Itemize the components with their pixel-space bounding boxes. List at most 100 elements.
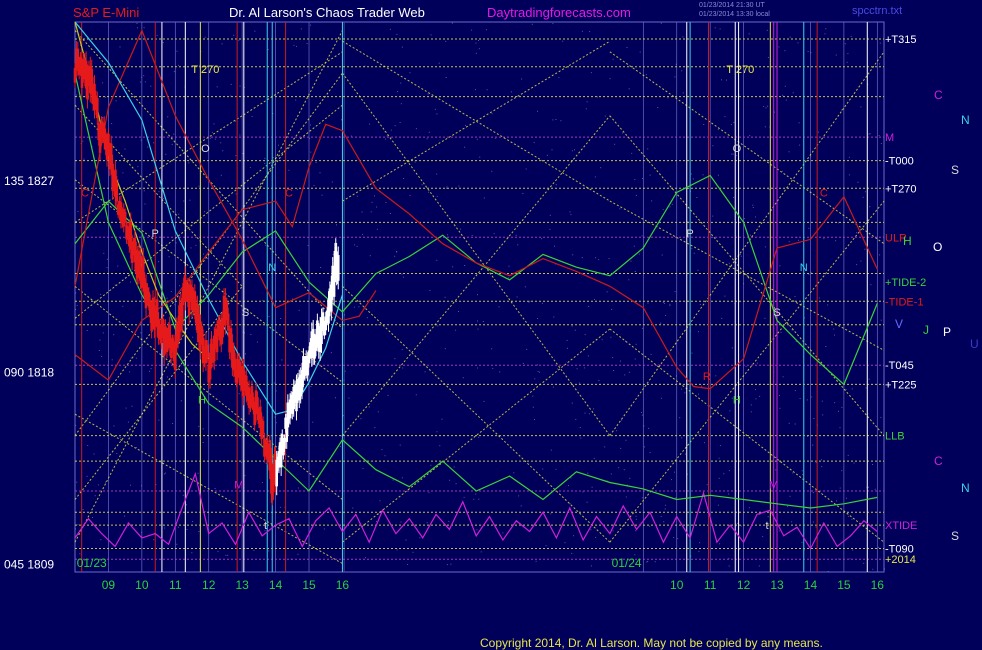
background-dot bbox=[579, 427, 581, 428]
background-dot bbox=[848, 156, 850, 158]
background-dot bbox=[141, 76, 143, 78]
background-dot bbox=[192, 336, 194, 338]
background-dot bbox=[798, 122, 800, 124]
hour-tick-label: 10 bbox=[135, 578, 149, 592]
background-dot bbox=[478, 48, 480, 50]
background-dot bbox=[792, 92, 794, 94]
background-dot bbox=[222, 150, 224, 152]
background-dot bbox=[202, 442, 204, 443]
price-axis-label: 045 1809 bbox=[4, 557, 54, 571]
background-dot bbox=[483, 197, 485, 199]
background-dot bbox=[674, 76, 676, 78]
background-dot bbox=[272, 157, 274, 158]
background-dot bbox=[789, 36, 791, 38]
background-dot bbox=[594, 176, 596, 178]
background-dot bbox=[571, 150, 573, 152]
background-dot bbox=[428, 131, 430, 133]
background-dot bbox=[549, 214, 551, 216]
background-dot bbox=[604, 115, 606, 117]
planet-glyph-label: N bbox=[961, 481, 970, 495]
background-dot bbox=[872, 568, 874, 570]
hour-tick-label: 13 bbox=[235, 578, 249, 592]
background-dot bbox=[635, 194, 637, 196]
background-dot bbox=[139, 81, 141, 83]
background-dot bbox=[158, 419, 160, 421]
background-dot bbox=[849, 558, 851, 560]
background-dot bbox=[799, 144, 801, 146]
background-dot bbox=[743, 283, 745, 285]
background-dot bbox=[367, 381, 369, 383]
background-dot bbox=[446, 186, 448, 188]
background-dot bbox=[312, 421, 314, 423]
background-dot bbox=[719, 445, 721, 447]
background-dot bbox=[699, 304, 701, 306]
background-dot bbox=[153, 142, 155, 144]
background-dot bbox=[405, 539, 407, 541]
background-dot bbox=[213, 123, 215, 125]
background-dot bbox=[569, 211, 571, 213]
background-dot bbox=[492, 367, 494, 369]
hour-tick-label: 16 bbox=[871, 578, 885, 592]
background-dot bbox=[158, 261, 160, 263]
background-dot bbox=[619, 208, 621, 210]
background-dot bbox=[585, 108, 587, 110]
background-dot bbox=[114, 284, 116, 286]
background-dot bbox=[221, 43, 223, 45]
background-dot bbox=[880, 143, 882, 144]
background-dot bbox=[188, 162, 190, 164]
background-dot bbox=[791, 329, 793, 331]
background-dot bbox=[415, 128, 417, 130]
background-dot bbox=[731, 347, 733, 349]
background-dot bbox=[437, 325, 439, 327]
background-dot bbox=[217, 550, 219, 552]
background-dot bbox=[386, 135, 388, 137]
background-dot bbox=[75, 292, 77, 294]
background-dot bbox=[178, 64, 180, 66]
background-dot bbox=[75, 309, 77, 310]
background-dot bbox=[846, 497, 848, 499]
background-dot bbox=[570, 477, 572, 479]
background-dot bbox=[879, 254, 881, 256]
background-dot bbox=[684, 392, 686, 394]
background-dot bbox=[254, 30, 256, 32]
background-dot bbox=[111, 123, 113, 125]
background-dot bbox=[360, 418, 362, 420]
background-dot bbox=[426, 522, 428, 524]
background-dot bbox=[698, 331, 699, 333]
background-dot bbox=[600, 167, 602, 169]
background-dot bbox=[210, 137, 212, 139]
background-dot bbox=[455, 483, 457, 485]
background-dot bbox=[642, 178, 643, 179]
background-dot bbox=[872, 464, 873, 465]
background-dot bbox=[400, 103, 402, 105]
background-dot bbox=[825, 346, 827, 347]
background-dot bbox=[869, 133, 871, 135]
background-dot bbox=[147, 146, 149, 148]
background-dot bbox=[779, 265, 781, 267]
background-dot bbox=[557, 368, 559, 370]
background-dot bbox=[381, 449, 383, 451]
background-dot bbox=[860, 260, 862, 262]
background-dot bbox=[475, 42, 477, 44]
price-bar bbox=[283, 438, 286, 449]
background-dot bbox=[835, 54, 837, 56]
background-dot bbox=[214, 138, 216, 140]
background-dot bbox=[740, 255, 742, 257]
background-dot bbox=[369, 255, 371, 257]
background-dot bbox=[261, 482, 263, 484]
background-dot bbox=[396, 33, 398, 35]
background-dot bbox=[630, 260, 632, 262]
background-dot bbox=[532, 406, 534, 408]
background-dot bbox=[175, 242, 177, 244]
background-dot bbox=[198, 425, 200, 427]
background-dot bbox=[810, 156, 812, 158]
background-dot bbox=[650, 353, 652, 355]
background-dot bbox=[815, 526, 817, 528]
background-dot bbox=[573, 535, 574, 537]
background-dot bbox=[421, 184, 423, 186]
background-dot bbox=[613, 370, 615, 371]
background-dot bbox=[235, 219, 237, 221]
background-dot bbox=[660, 516, 662, 517]
background-dot bbox=[781, 170, 783, 172]
background-dot bbox=[541, 238, 543, 240]
